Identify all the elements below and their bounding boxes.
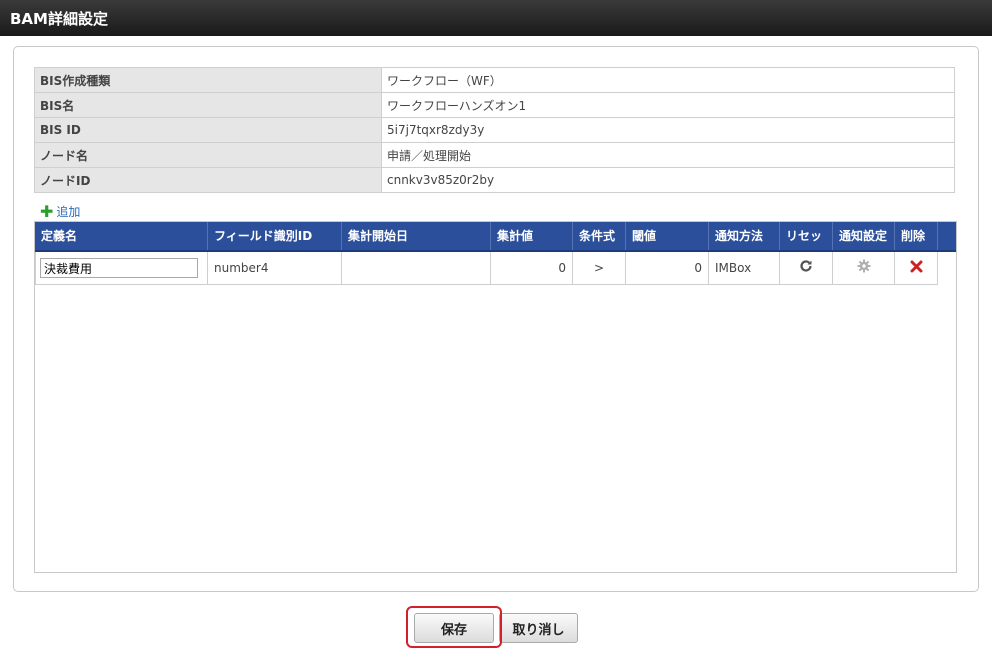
- window-titlebar: BAM詳細設定: [0, 0, 992, 36]
- col-reset[interactable]: リセット: [780, 222, 833, 271]
- info-row: BIS名 ワークフローハンズオン1: [34, 92, 955, 118]
- gear-icon[interactable]: [857, 253, 871, 285]
- info-value: 申請／処理開始: [381, 142, 955, 168]
- cell-condition[interactable]: >: [573, 252, 626, 284]
- col-threshold[interactable]: 閾値: [626, 222, 709, 250]
- cell-definition-name: [35, 252, 208, 284]
- info-row: BIS ID 5i7j7tqxr8zdy3y: [34, 117, 955, 143]
- add-label: 追加: [56, 205, 81, 219]
- col-field-id[interactable]: フィールド識別ID: [208, 222, 342, 250]
- refresh-icon[interactable]: [799, 253, 813, 285]
- cell-aggregate-value: 0: [491, 252, 573, 284]
- bam-definition-grid: 定義名 フィールド識別ID 集計開始日 集計値 条件式 閾値 通知方法 リセット…: [34, 221, 957, 573]
- info-row: ノード名 申請／処理開始: [34, 142, 955, 168]
- window-title: BAM詳細設定: [10, 10, 108, 28]
- info-value: 5i7j7tqxr8zdy3y: [381, 117, 955, 143]
- info-value: cnnkv3v85z0r2by: [381, 167, 955, 193]
- info-value: ワークフロー（WF）: [381, 67, 955, 93]
- info-label: BIS ID: [34, 117, 382, 143]
- delete-x-icon[interactable]: [910, 253, 923, 285]
- col-aggregate-value[interactable]: 集計値: [491, 222, 573, 250]
- col-condition[interactable]: 条件式: [573, 222, 626, 250]
- info-label: ノードID: [34, 167, 382, 193]
- col-delete[interactable]: 削除: [895, 222, 938, 250]
- cell-threshold[interactable]: 0: [626, 252, 709, 284]
- info-label: BIS名: [34, 92, 382, 118]
- settings-panel: BIS作成種類 ワークフロー（WF） BIS名 ワークフローハンズオン1 BIS I…: [13, 46, 979, 592]
- table-row: number4 0 > 0 IMBox: [35, 252, 938, 285]
- col-start-date[interactable]: 集計開始日: [342, 222, 491, 250]
- add-link[interactable]: ✚ 追加: [40, 203, 80, 220]
- cancel-button[interactable]: 取り消し: [499, 613, 578, 643]
- info-label: BIS作成種類: [34, 67, 382, 93]
- grid-header: 定義名 フィールド識別ID 集計開始日 集計値 条件式 閾値 通知方法 リセット…: [35, 222, 956, 271]
- info-row: ノードID cnnkv3v85z0r2by: [34, 167, 955, 193]
- definition-name-input[interactable]: [40, 258, 198, 278]
- info-value: ワークフローハンズオン1: [381, 92, 955, 118]
- bis-info-table: BIS作成種類 ワークフロー（WF） BIS名 ワークフローハンズオン1 BIS I…: [34, 67, 955, 193]
- info-row: BIS作成種類 ワークフロー（WF）: [34, 67, 955, 93]
- cell-notify-settings: [833, 252, 895, 284]
- save-button-highlight: [406, 606, 502, 648]
- cell-reset: [780, 252, 833, 284]
- info-label: ノード名: [34, 142, 382, 168]
- cell-start-date[interactable]: [342, 252, 491, 284]
- cell-delete: [895, 252, 938, 284]
- cell-notify-method[interactable]: IMBox: [709, 252, 780, 284]
- cell-field-id: number4: [208, 252, 342, 284]
- col-notify-settings[interactable]: 通知設定: [833, 222, 895, 250]
- col-definition-name[interactable]: 定義名: [35, 222, 208, 250]
- col-notify-method[interactable]: 通知方法: [709, 222, 780, 250]
- plus-icon: ✚: [40, 201, 54, 221]
